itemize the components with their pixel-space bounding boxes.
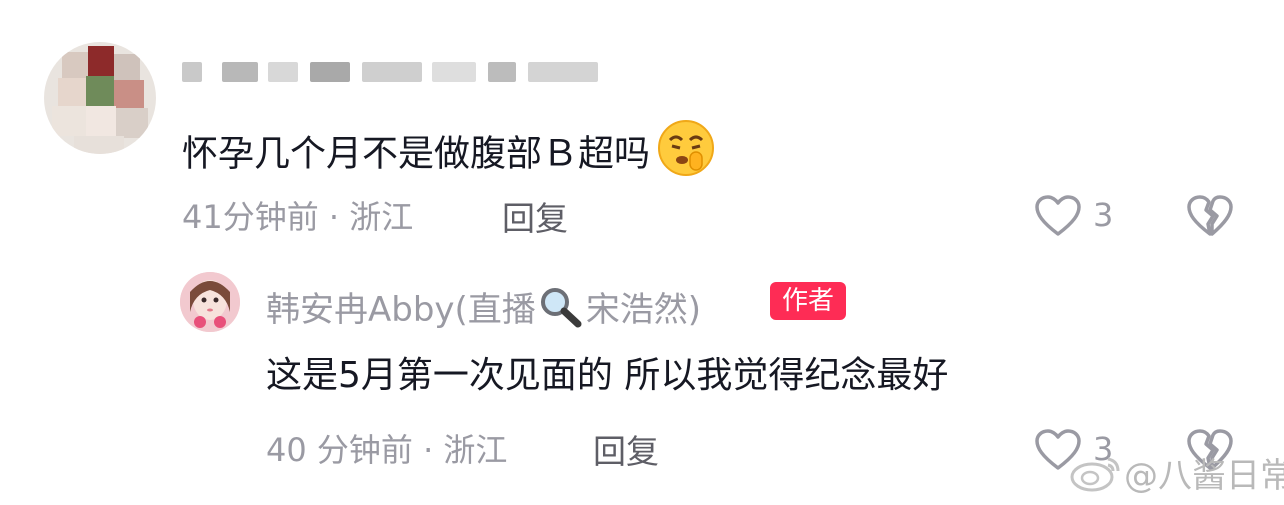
heart-icon [1035, 195, 1081, 236]
author-name[interactable]: 韩安冉Abby(直播 宋浩然) [266, 282, 701, 337]
watermark: @八酱日常 [1068, 448, 1284, 502]
watermark-text: @八酱日常 [1124, 456, 1284, 496]
author-avatar[interactable] [180, 272, 240, 332]
reply-button[interactable]: 回复 [593, 425, 659, 473]
weibo-logo-icon [1068, 453, 1124, 502]
comment-text: 怀孕几个月不是做腹部Ｂ超吗 [182, 118, 716, 193]
comment-body: 怀孕几个月不是做腹部Ｂ超吗 [182, 133, 651, 175]
comment-time-location: 41分钟前 · 浙江 [182, 198, 414, 236]
like-count: 3 [1093, 196, 1114, 234]
reply-button[interactable]: 回复 [502, 192, 568, 240]
author-name-text: 韩安冉Abby(直播 [266, 290, 536, 330]
shushing-face-icon [656, 118, 716, 193]
commenter-name-blurred[interactable] [182, 58, 602, 88]
author-badge: 作者 [770, 282, 847, 320]
author-name-suffix: 宋浩然) [585, 290, 702, 330]
dislike-button[interactable] [1186, 194, 1234, 242]
commenter-avatar[interactable] [44, 42, 156, 154]
magnifier-icon [538, 286, 584, 337]
broken-heart-icon [1187, 195, 1233, 236]
reply-time-location: 40 分钟前 · 浙江 [266, 431, 508, 469]
reply-text: 这是5月第一次见面的 所以我觉得纪念最好 [266, 355, 949, 396]
like-button[interactable] [1034, 194, 1082, 242]
